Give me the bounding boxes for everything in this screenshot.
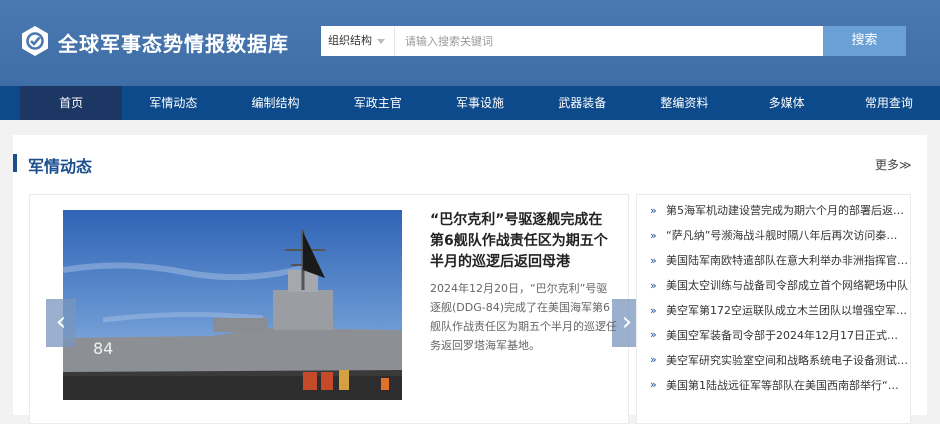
search-bar: 组织结构	[321, 26, 823, 56]
list-item[interactable]: » “萨凡纳”号濒海战斗舰时隔八年后再次访问秦埔港	[650, 223, 908, 248]
news-list-box: » 第5海军机动建设营完成为期六个月的部署后返回母港 » “萨凡纳”号濒海战斗舰时隔…	[636, 194, 911, 424]
search-button[interactable]: 搜索	[823, 26, 906, 56]
news-item-text: 美国太空训练与战备司令部成立首个网络靶场中队	[666, 279, 908, 293]
double-chevron-icon: »	[650, 253, 657, 267]
nav-item-facilities[interactable]: 军事设施	[429, 86, 531, 120]
list-item[interactable]: » 第5海军机动建设营完成为期六个月的部署后返回母港	[650, 198, 908, 223]
nav-item-organization[interactable]: 编制结构	[224, 86, 326, 120]
list-item[interactable]: » 美国陆军南欧特遣部队在意大利举办非洲指挥官会议	[650, 248, 908, 273]
nav-item-military-news[interactable]: 军情动态	[122, 86, 224, 120]
news-item-text: 美空军研究实验室空间和战略系统电子设备测试能力提升	[666, 353, 908, 367]
feature-description: 2024年12月20日，“巴尔克利”号驱逐舰(DDG-84)完成了在美国海军第6…	[430, 282, 617, 352]
search-category-label: 组织结构	[328, 34, 372, 47]
site-title: 全球军事态势情报数据库	[58, 32, 289, 56]
news-item-text: 美国陆军南欧特遣部队在意大利举办非洲指挥官会议	[666, 254, 908, 268]
list-item[interactable]: » 美国第1陆战远征军等部队在美国西南部举行“钢铁骑士”演习	[650, 372, 908, 397]
nav-item-home[interactable]: 首页	[20, 86, 123, 120]
double-chevron-icon: »	[650, 353, 657, 367]
double-chevron-icon: »	[650, 378, 657, 392]
list-item[interactable]: » 美国空军装备司令部于2024年12月17日正式成立新部门	[650, 322, 908, 347]
feature-title[interactable]: “巴尔克利”号驱逐舰完成在第6舰队作战责任区为期五个半月的巡逻后返回母港	[430, 210, 615, 273]
double-chevron-icon: »	[650, 278, 657, 292]
feature-carousel: 84 ‹ › “巴尔克利”号驱逐舰完成在第6舰队作战责任区为期五个半月的巡逻后返…	[29, 194, 642, 424]
nav-item-multimedia[interactable]: 多媒体	[736, 86, 838, 120]
site-header: 全球军事态势情报数据库 组织结构 搜索	[0, 0, 940, 86]
feature-photo[interactable]: 84	[63, 210, 402, 400]
main-nav: 首页 军情动态 编制结构 军政主官 军事设施 武器装备 整编资料 多媒体 常用查…	[0, 86, 940, 120]
search-category-select[interactable]: 组织结构	[321, 26, 395, 56]
news-item-text: 第5海军机动建设营完成为期六个月的部署后返回母港	[666, 204, 908, 218]
nav-item-common-query[interactable]: 常用查询	[838, 86, 940, 120]
double-chevron-icon: »	[650, 203, 657, 217]
news-panel: 军情动态 更多≫ 84 ‹ › “巴尔克利”号驱逐舰完成在第6舰队作战责任区为期…	[13, 135, 927, 424]
chevron-down-icon	[377, 39, 385, 44]
nav-item-weapons[interactable]: 武器装备	[531, 86, 633, 120]
nav-item-officials[interactable]: 军政主官	[327, 86, 429, 120]
double-chevron-icon: »	[650, 303, 657, 317]
hexagon-logo-icon	[22, 26, 48, 56]
section-accent-bar	[13, 154, 17, 172]
search-input[interactable]	[397, 26, 823, 56]
carousel-prev-button[interactable]: ‹	[46, 299, 76, 347]
news-item-text: 美国第1陆战远征军等部队在美国西南部举行“钢铁骑士”演习	[666, 378, 908, 392]
nav-item-compiled-data[interactable]: 整编资料	[633, 86, 735, 120]
double-chevron-icon: »	[650, 228, 657, 242]
list-item[interactable]: » 美国太空训练与战备司令部成立首个网络靶场中队	[650, 273, 908, 298]
double-chevron-icon: »	[650, 328, 657, 342]
news-item-text: “萨凡纳”号濒海战斗舰时隔八年后再次访问秦埔港	[666, 229, 908, 243]
news-item-text: 美空军第172空运联队成立木兰团队以增强空军作战能力	[666, 304, 908, 317]
news-list: » 第5海军机动建设营完成为期六个月的部署后返回母港 » “萨凡纳”号濒海战斗舰时隔…	[650, 198, 908, 397]
hull-number: 84	[93, 339, 113, 358]
section-title: 军情动态	[28, 157, 93, 176]
more-link[interactable]: 更多≫	[875, 156, 912, 173]
list-item[interactable]: » 美空军研究实验室空间和战略系统电子设备测试能力提升	[650, 347, 908, 372]
list-item[interactable]: » 美空军第172空运联队成立木兰团队以增强空军作战能力	[650, 298, 908, 323]
news-item-text: 美国空军装备司令部于2024年12月17日正式成立新部门	[666, 328, 908, 342]
